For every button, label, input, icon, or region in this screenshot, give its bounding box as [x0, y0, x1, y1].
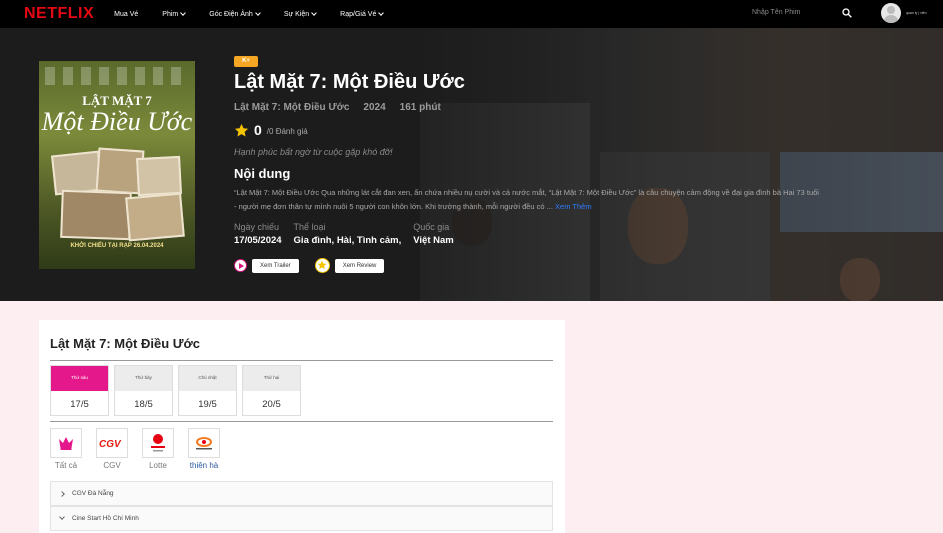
- showtimes-panel: Lật Mặt 7: Một Điều Ước Thứ sáu 17/5 Thứ…: [39, 320, 565, 533]
- description-text: “Lật Mặt 7: Một Điều Ước Qua những lát c…: [234, 188, 819, 211]
- star-icon: [234, 123, 249, 136]
- rating-count: /0 Đánh giá: [266, 127, 308, 136]
- date-value: 20/5: [262, 399, 281, 410]
- watch-review-button[interactable]: Xem Review: [334, 258, 385, 273]
- date-card[interactable]: Thứ hai 20/5: [242, 365, 301, 416]
- date-value: 19/5: [198, 399, 217, 410]
- nav-item-label: Rạp/Giá Vé: [340, 10, 377, 18]
- cinema-filter: Tất cả CGV CGV Lotte thiên hà: [50, 428, 220, 470]
- poster-credits: [45, 67, 189, 85]
- accordion-label: CGV Đà Nẵng: [72, 490, 114, 497]
- showtimes-title: Lật Mặt 7: Một Điều Ước: [50, 336, 201, 351]
- age-rating-badge: K+: [234, 56, 258, 67]
- release-date-block: Ngày chiếu 17/05/2024: [234, 222, 282, 246]
- svg-text:CGV: CGV: [99, 439, 122, 450]
- poster-release-date: KHỞI CHIẾU TẠI RẠP 26.04.2024: [70, 243, 164, 249]
- rating-row: 0 /0 Đánh giá: [234, 122, 308, 138]
- movie-tagline: Hạnh phúc bất ngờ từ cuộc gặp khó đỡ!: [234, 147, 393, 157]
- date-weekday: Thứ sáu: [51, 366, 108, 391]
- cinema-label: Lotte: [149, 461, 167, 470]
- review-star-icon[interactable]: [314, 258, 330, 273]
- genre-value: Gia đình, Hài, Tình cảm,: [293, 235, 402, 246]
- release-date-label: Ngày chiếu: [234, 222, 280, 232]
- movie-meta: Lật Mặt 7: Một Điều Ước 2024 161 phút: [234, 102, 441, 113]
- play-icon[interactable]: [234, 259, 247, 272]
- nav-item-su-kien[interactable]: Sự Kiện: [283, 10, 317, 18]
- netflix-logo[interactable]: NETFLIX: [24, 5, 94, 23]
- chevron-down-icon: [378, 10, 385, 16]
- cinema-option-cgv[interactable]: CGV CGV: [96, 428, 128, 470]
- nav-item-mua-ve[interactable]: Mua Vé: [114, 11, 138, 18]
- movie-hero: LẬT MẶT 7 Một Điều Ước KHỞI CHIẾU TẠI RẠ…: [0, 28, 943, 301]
- lotte-logo-icon: [142, 428, 174, 458]
- chevron-down-icon: [311, 10, 317, 16]
- see-more-link[interactable]: Xem Thêm: [555, 202, 592, 211]
- movie-facts: Ngày chiếu 17/05/2024 Thể loại Gia đình,…: [234, 222, 454, 246]
- cinema-label: thiên hà: [189, 461, 219, 470]
- content-heading: Nội dung: [234, 166, 291, 181]
- movie-duration: 161 phút: [399, 102, 441, 113]
- date-card[interactable]: Thứ bảy 18/5: [114, 365, 173, 416]
- date-picker: Thứ sáu 17/5 Thứ bảy 18/5 Chủ nhật 19/5 …: [50, 365, 301, 416]
- poster-photo: [136, 155, 182, 197]
- country-value: Việt Nam: [413, 235, 454, 246]
- cinema-option-lotte[interactable]: Lotte: [142, 428, 174, 470]
- galaxy-logo-icon: [188, 428, 220, 458]
- chevron-down-icon: [59, 514, 65, 520]
- crown-icon: [50, 428, 82, 458]
- user-name[interactable]: quan ly | viên: [906, 11, 927, 15]
- movie-actions: Xem Trailer Xem Review: [234, 258, 385, 273]
- accordion-label: Cine Start Hồ Chí Minh: [72, 515, 139, 522]
- avatar[interactable]: [881, 3, 901, 23]
- search-input[interactable]: Nhập Tên Phim: [752, 9, 801, 16]
- cinema-accordion[interactable]: CGV Đà Nẵng: [50, 481, 553, 506]
- cgv-logo-icon: CGV: [96, 428, 128, 458]
- date-value: 18/5: [134, 399, 153, 410]
- genre-block: Thể loại Gia đình, Hài, Tình cảm,: [294, 222, 402, 246]
- date-weekday: Chủ nhật: [179, 366, 236, 391]
- divider: [50, 421, 553, 422]
- cinema-label: Tất cả: [54, 461, 78, 470]
- nav-item-rap-gia-ve[interactable]: Rạp/Giá Vé: [340, 10, 385, 18]
- movie-description: “Lật Mặt 7: Một Điều Ước Qua những lát c…: [234, 186, 819, 214]
- nav-menu: Mua Vé Phim Góc Điện Ảnh Sự Kiện Rạp/Giá…: [114, 10, 407, 18]
- poster-photo: [125, 192, 185, 242]
- country-block: Quốc gia Việt Nam: [413, 222, 453, 246]
- chevron-right-icon: [59, 490, 65, 497]
- poster-subtitle: Một Điều Ước: [41, 107, 193, 136]
- cinema-option-galaxy[interactable]: thiên hà: [188, 428, 220, 470]
- date-value: 17/5: [70, 399, 89, 410]
- movie-year: 2024: [363, 102, 386, 113]
- date-card[interactable]: Chủ nhật 19/5: [178, 365, 237, 416]
- search-icon[interactable]: [842, 8, 852, 18]
- divider: [50, 360, 553, 361]
- cinema-accordion[interactable]: Cine Start Hồ Chí Minh: [50, 506, 553, 531]
- movie-subtitle: Lật Mặt 7: Một Điều Ước: [234, 102, 350, 113]
- nav-item-phim[interactable]: Phim: [162, 10, 187, 18]
- chevron-down-icon: [255, 10, 261, 16]
- release-date-value: 17/05/2024: [234, 235, 282, 246]
- date-weekday: Thứ hai: [243, 366, 300, 391]
- date-weekday: Thứ bảy: [115, 366, 172, 391]
- nav-item-goc-dien-anh[interactable]: Góc Điện Ảnh: [209, 10, 261, 18]
- rating-score: 0: [254, 122, 262, 138]
- chevron-down-icon: [180, 10, 187, 16]
- poster-photo: [60, 189, 132, 241]
- nav-item-label: Mua Vé: [114, 10, 139, 18]
- movie-title: Lật Mặt 7: Một Điều Ước: [234, 71, 465, 93]
- cinema-label: CGV: [103, 461, 121, 470]
- watch-trailer-button[interactable]: Xem Trailer: [252, 258, 299, 273]
- top-navbar: NETFLIX Mua Vé Phim Góc Điện Ảnh Sự Kiện…: [0, 0, 943, 28]
- nav-item-label: Góc Điện Ảnh: [209, 10, 253, 18]
- country-label: Quốc gia: [413, 222, 450, 232]
- date-card[interactable]: Thứ sáu 17/5: [50, 365, 109, 416]
- cinema-option-all[interactable]: Tất cả: [50, 428, 82, 470]
- nav-item-label: Phim: [162, 10, 179, 18]
- nav-item-label: Sự Kiện: [283, 10, 310, 18]
- movie-poster: LẬT MẶT 7 Một Điều Ước KHỞI CHIẾU TẠI RẠ…: [39, 61, 195, 269]
- genre-label: Thể loại: [293, 222, 326, 232]
